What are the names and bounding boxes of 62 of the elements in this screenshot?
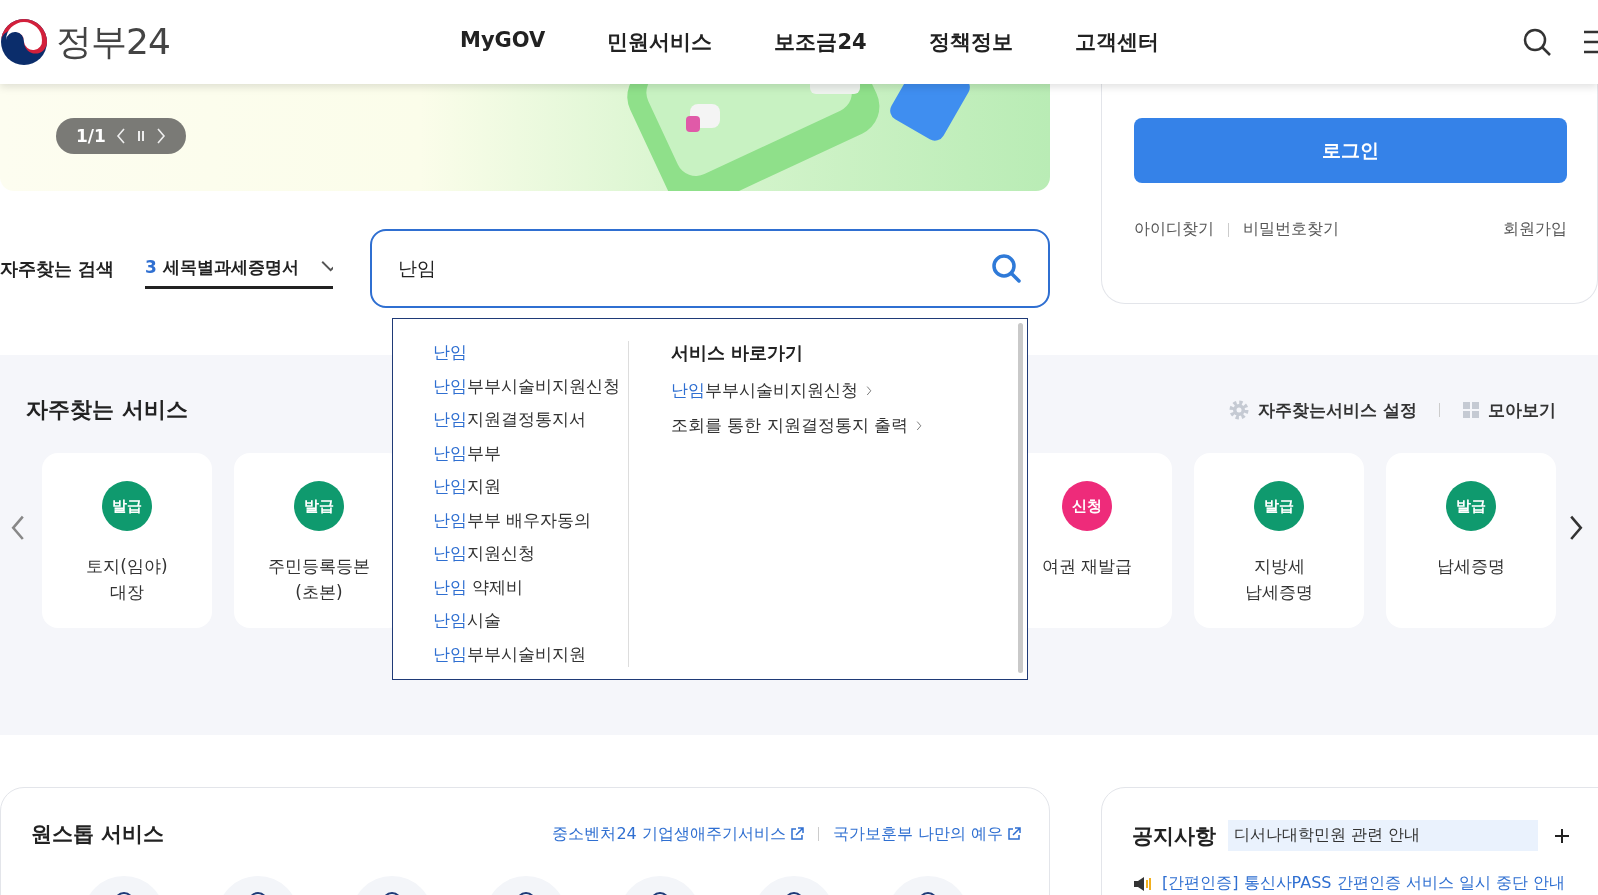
service-card[interactable]: 발급 지방세 납세증명 xyxy=(1194,453,1364,628)
nav-link[interactable]: 고객센터 xyxy=(1074,28,1159,56)
next-icon[interactable] xyxy=(1568,515,1584,541)
service-card[interactable]: 발급 납세증명 xyxy=(1386,453,1556,628)
frequent-search-label: 자주찾는 검색 xyxy=(0,256,116,281)
suggestion-item[interactable]: 난임 xyxy=(433,341,628,365)
slide-counter: 1/1 xyxy=(76,126,106,146)
service-badge: 발급 xyxy=(294,481,344,531)
chevron-right-icon[interactable] xyxy=(916,420,923,431)
suggestion-item[interactable]: 난임부부 배우자동의 xyxy=(433,508,628,532)
external-link[interactable]: 국가보훈부 나만의 예우 xyxy=(832,823,1021,845)
nav-link[interactable]: MyGOV xyxy=(460,28,546,56)
login-button[interactable]: 로그인 xyxy=(1134,118,1567,183)
suggestion-item[interactable]: 난임시술 xyxy=(433,609,628,633)
scrollbar[interactable] xyxy=(1018,323,1023,673)
section-title: 원스톱 서비스 xyxy=(31,821,165,848)
suggestion-item[interactable]: 난임지원 xyxy=(433,475,628,499)
suggestion-item[interactable]: 난임 약제비 xyxy=(433,575,628,599)
service-badge: 발급 xyxy=(1254,481,1304,531)
external-link-icon xyxy=(1007,827,1021,841)
service-label: 납세증명 xyxy=(1437,555,1505,578)
section-title: 공지사항 xyxy=(1132,822,1216,850)
external-link[interactable]: 중소벤처24 기업생애주기서비스 xyxy=(552,823,804,845)
account-link[interactable]: 비밀번호찾기 xyxy=(1243,219,1339,240)
shortcut-link[interactable]: 난임부부시술비지원신청 xyxy=(671,379,923,402)
speaker-icon xyxy=(1132,875,1152,892)
external-link-icon xyxy=(789,827,804,841)
view-all-link[interactable]: 모아보기 xyxy=(1462,398,1556,422)
notice-link[interactable]: [간편인증] 통신사PASS 간편인증 서비스 일시 중단 안내 xyxy=(1132,873,1598,894)
settings-link[interactable]: 자주찾는서비스 설정 xyxy=(1228,398,1417,422)
previous-icon[interactable] xyxy=(115,128,126,144)
service-card[interactable]: 발급 토지(임야) 대장 xyxy=(42,453,212,628)
signup-link[interactable]: 회원가입 xyxy=(1503,219,1567,240)
previous-icon[interactable] xyxy=(10,515,26,541)
account-link[interactable]: 아이디찾기 xyxy=(1134,219,1214,240)
nav-link[interactable]: 민원서비스 xyxy=(607,28,713,56)
suggestion-item[interactable]: 난임부부시술비지원신청 xyxy=(433,374,628,398)
suggestion-item[interactable]: 난임부부시술비지원 xyxy=(433,642,628,666)
service-badge: 발급 xyxy=(1446,481,1496,531)
nav-link[interactable]: 정책정보 xyxy=(928,28,1013,56)
service-label: 여권 재발급 xyxy=(1041,555,1133,578)
search-icon[interactable] xyxy=(1522,27,1552,57)
service-badge: 발급 xyxy=(102,481,152,531)
frequent-search-select[interactable]: 3 세목별과세증명서 xyxy=(145,248,333,289)
service-label: 지방세 납세증명 xyxy=(1245,555,1313,604)
section-title: 자주찾는 서비스 xyxy=(26,396,188,424)
suggestion-item[interactable]: 난임지원신청 xyxy=(433,542,628,566)
shortcut-link[interactable]: 조회를 통한 지원결정통지 출력 xyxy=(671,414,923,437)
nav-link[interactable]: 보조금24 xyxy=(774,28,867,56)
shortcut-title: 서비스 바로가기 xyxy=(671,341,805,365)
suggestion-item[interactable]: 난임부부 xyxy=(433,441,628,465)
gear-icon xyxy=(1228,399,1251,421)
service-label: 토지(임야) 대장 xyxy=(86,555,168,604)
pause-icon[interactable] xyxy=(135,130,146,142)
suggestion-item[interactable]: 난임지원결정통지서 xyxy=(433,408,628,432)
logo-text[interactable]: 정부24 xyxy=(56,17,170,67)
notice-ticker[interactable]: 디서나대학민원 관련 안내 xyxy=(1228,820,1538,851)
chevron-right-icon[interactable] xyxy=(866,385,872,396)
search-field[interactable]: 난임 xyxy=(370,229,1050,308)
service-label: 주민등록등본 (초본) xyxy=(268,555,370,604)
service-badge: 신청 xyxy=(1062,481,1112,531)
grid-icon xyxy=(1462,401,1480,419)
